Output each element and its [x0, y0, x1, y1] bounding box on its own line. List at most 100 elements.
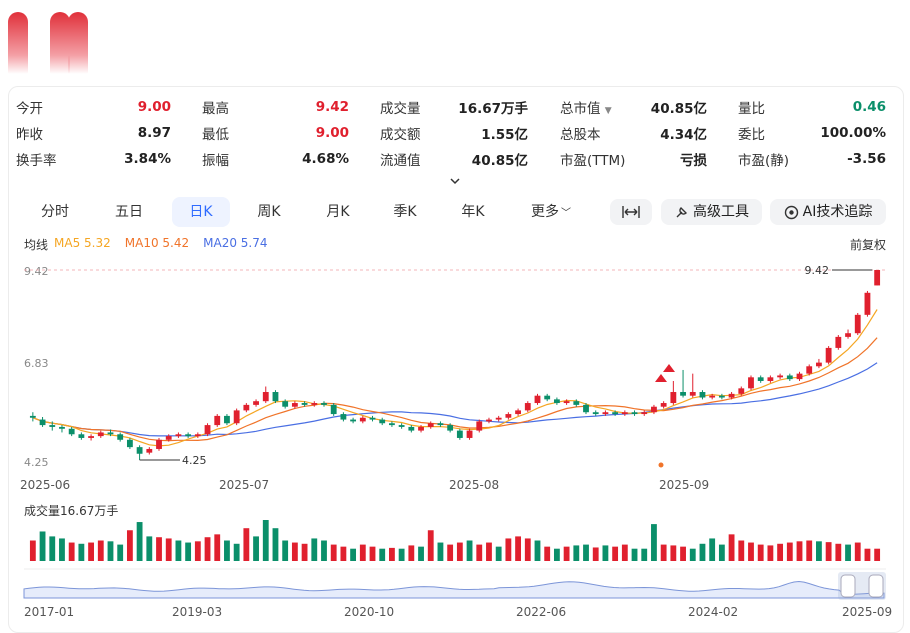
volume-bar: [845, 544, 851, 561]
volume-bar: [486, 542, 492, 561]
candle: [709, 395, 716, 398]
candle: [728, 393, 735, 398]
volume-bar: [738, 540, 745, 561]
volume-bar: [59, 538, 65, 561]
candle: [563, 401, 570, 404]
volume-bar: [398, 548, 405, 561]
volume-bar: [602, 545, 609, 561]
volume-bar: [418, 546, 424, 561]
date-label: 2025-08: [449, 478, 500, 492]
volume-bar: [233, 543, 240, 561]
volume-bar: [728, 534, 735, 561]
volume-bar: [165, 538, 172, 561]
candle: [486, 419, 492, 422]
overview-handle-right: [868, 574, 884, 598]
overview-date-label: 2017-01: [24, 605, 75, 619]
volume-bar: [126, 530, 133, 561]
candle: [631, 412, 638, 415]
candle: [418, 426, 424, 431]
candle: [175, 434, 182, 437]
volume-bar: [272, 528, 279, 561]
volume-bar: [641, 548, 648, 561]
candle: [243, 404, 250, 411]
candle: [398, 425, 405, 427]
volume-bar: [88, 542, 94, 561]
volume-bar: [466, 540, 473, 561]
kline-chart[interactable]: 9.42 4.25: [0, 0, 910, 631]
candle: [796, 373, 803, 380]
volume-bar: [78, 543, 85, 561]
date-label: 2025-09: [659, 478, 710, 492]
volume-bar: [524, 538, 531, 561]
volume-bar: [330, 544, 337, 561]
candle: [583, 404, 589, 413]
volume-bar: [816, 541, 822, 561]
candle: [738, 388, 745, 394]
candle: [379, 419, 386, 424]
candle: [495, 417, 502, 420]
candle: [233, 410, 240, 424]
volume-bar: [767, 545, 774, 561]
volume-bar: [689, 548, 696, 561]
volume-bar: [660, 544, 667, 561]
volume-bar: [156, 537, 162, 561]
candle: [718, 395, 725, 398]
candle: [39, 419, 46, 426]
volume-bar: [68, 542, 75, 561]
candle: [845, 333, 851, 337]
volume-bar: [301, 543, 308, 561]
candle: [476, 421, 483, 431]
candle: [553, 399, 560, 404]
volume-bar: [709, 538, 716, 561]
candle: [670, 392, 677, 404]
volume-bar: [651, 524, 657, 561]
volume-bar: [321, 540, 327, 561]
candle: [389, 423, 395, 426]
volume-bar: [379, 548, 386, 561]
candle: [689, 392, 696, 396]
overview-date-label: 2019-03: [172, 605, 223, 619]
volume-bar: [224, 540, 230, 561]
volume-bar: [437, 542, 444, 561]
volume-bar: [505, 538, 512, 561]
candle: [340, 414, 347, 420]
volume-bar: [253, 536, 259, 561]
candle: [301, 403, 308, 405]
volume-bar: [311, 538, 318, 561]
candle: [544, 395, 551, 400]
volume-bar: [874, 548, 881, 561]
candle: [311, 403, 318, 405]
candle: [49, 425, 56, 427]
candle: [602, 412, 609, 415]
candle: [806, 366, 813, 374]
volume-bar: [447, 544, 454, 561]
volume-bar: [757, 544, 764, 561]
candle: [456, 430, 463, 438]
volume-bar: [515, 536, 521, 561]
candle: [835, 336, 842, 348]
high-marker-label: 9.42: [805, 264, 830, 277]
volume-bar: [214, 534, 221, 561]
candle: [660, 403, 667, 407]
candle: [864, 292, 871, 315]
volume-bar: [583, 544, 589, 561]
volume-bar: [699, 543, 706, 561]
candle: [748, 377, 754, 389]
candle: [156, 439, 162, 449]
candle: [272, 392, 279, 402]
volume-bar: [621, 544, 628, 561]
volume-bar: [748, 542, 754, 561]
candle: [126, 439, 133, 448]
candle: [214, 415, 221, 426]
candle: [466, 430, 473, 438]
volume-bar: [185, 542, 192, 561]
volume-bar: [359, 544, 366, 561]
candle: [97, 432, 104, 437]
candle: [427, 423, 434, 427]
volume-bar: [97, 540, 104, 561]
candle: [78, 434, 85, 438]
candle: [330, 404, 337, 415]
candle: [59, 426, 65, 429]
candle: [262, 392, 269, 402]
overview-handle-left: [840, 574, 856, 598]
